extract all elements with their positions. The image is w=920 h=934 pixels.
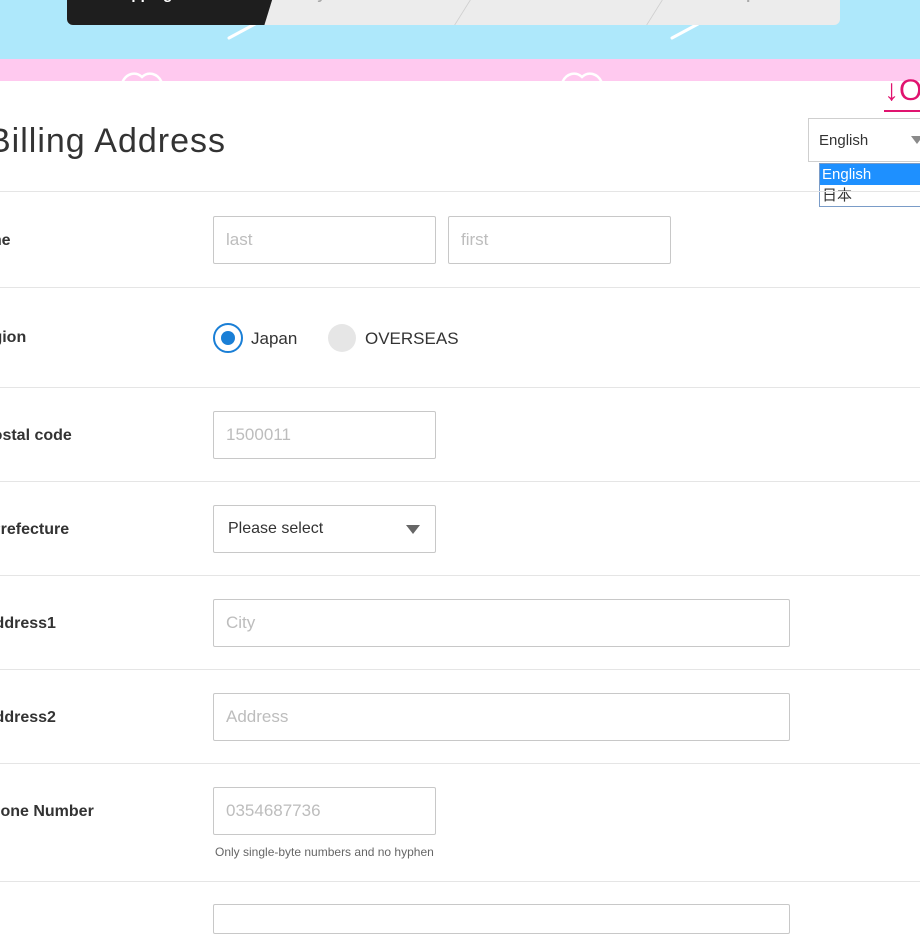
address1-label: Address1 <box>0 615 56 632</box>
postal-code-input[interactable] <box>213 411 436 459</box>
step-shipping-address: Shipping Address <box>67 0 277 25</box>
decorative-heart-icon <box>561 72 603 81</box>
page-title: Billing Address <box>0 122 227 160</box>
prefecture-select-value: Please select <box>228 520 324 537</box>
row-divider <box>0 881 920 882</box>
row-divider <box>0 387 920 388</box>
language-option-japanese[interactable]: 日本 <box>820 185 920 206</box>
step-payment-methods: Payment Methods <box>263 0 463 25</box>
region-japan-label[interactable]: Japan <box>251 329 297 349</box>
address2-input[interactable] <box>213 693 790 741</box>
row-divider <box>0 287 920 288</box>
language-link[interactable]: ↓O <box>884 74 920 112</box>
address1-input[interactable] <box>213 599 790 647</box>
chevron-down-icon <box>406 525 420 534</box>
region-label: Region <box>0 329 27 346</box>
region-overseas-radio[interactable] <box>328 324 356 352</box>
first-name-input[interactable] <box>448 216 671 264</box>
row-divider <box>0 763 920 764</box>
phone-number-hint: Only single-byte numbers and no hyphen <box>215 845 434 859</box>
postal-code-label: Postal code <box>0 427 72 444</box>
next-field-input[interactable] <box>213 904 790 934</box>
row-divider <box>0 481 920 482</box>
region-overseas-label[interactable]: OVERSEAS <box>365 329 459 349</box>
row-divider <box>0 669 920 670</box>
decorative-heart-icon <box>121 72 163 81</box>
header-band-pink <box>0 59 920 81</box>
language-select[interactable]: English <box>808 118 920 162</box>
step-confirm: Confirm <box>467 0 639 25</box>
phone-number-label: Phone Number <box>0 803 94 820</box>
chevron-down-icon <box>911 136 920 144</box>
step-complete: Complete <box>657 0 837 25</box>
last-name-input[interactable] <box>213 216 436 264</box>
region-japan-radio[interactable] <box>213 323 243 353</box>
language-option-english[interactable]: English <box>820 164 920 185</box>
prefecture-label: Prefecture <box>0 521 70 538</box>
row-divider <box>0 191 920 192</box>
row-divider <box>0 575 920 576</box>
name-label: Name <box>0 232 11 249</box>
prefecture-select[interactable]: Please select <box>213 505 436 553</box>
address2-label: Address2 <box>0 709 56 726</box>
checkout-stepper: Shipping Address Payment Methods Confirm… <box>67 0 840 25</box>
phone-number-input[interactable] <box>213 787 436 835</box>
language-dropdown-list: English 日本 <box>819 163 920 207</box>
